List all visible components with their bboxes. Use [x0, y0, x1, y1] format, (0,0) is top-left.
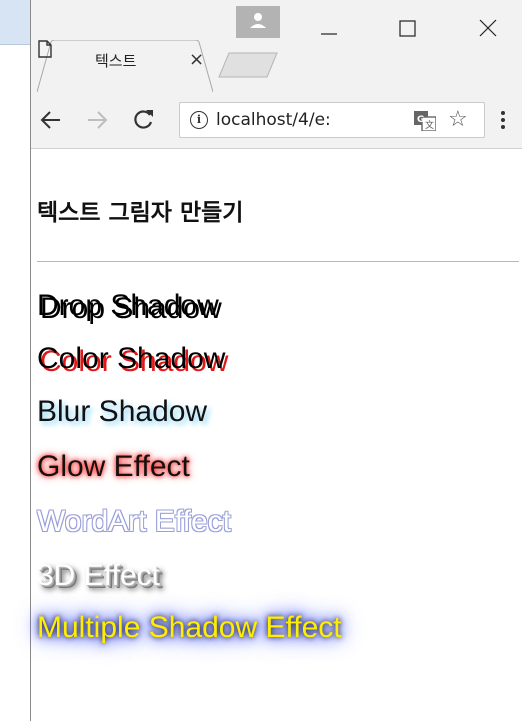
address-bar[interactable]: i localhost/4/e: G 文 ☆: [179, 102, 485, 138]
close-icon[interactable]: [467, 14, 507, 44]
tab-title: 텍스트: [95, 52, 137, 70]
color-shadow-text: Color Shadow: [37, 342, 226, 375]
user-avatar-icon[interactable]: [236, 6, 280, 38]
tab-active[interactable]: 텍스트 ×: [37, 40, 213, 92]
wordart-effect-text: WordArt Effect: [37, 505, 231, 538]
glow-effect-text: Glow Effect: [37, 450, 190, 483]
blur-shadow-text: Blur Shadow: [37, 395, 208, 428]
svg-text:文: 文: [425, 119, 434, 131]
maximize-icon[interactable]: [387, 14, 427, 44]
translate-icon[interactable]: G 文: [414, 111, 436, 131]
tab-close-icon[interactable]: ×: [189, 49, 204, 70]
reload-icon[interactable]: [127, 104, 159, 136]
menu-dots-icon[interactable]: [497, 104, 509, 136]
minimize-icon[interactable]: [309, 14, 349, 44]
drop-shadow-text: Drop Shadow: [37, 289, 219, 322]
url-text[interactable]: localhost/4/e:: [216, 110, 406, 130]
new-tab-button[interactable]: [217, 52, 279, 78]
back-arrow-icon[interactable]: [35, 104, 67, 136]
svg-text:G: G: [417, 115, 424, 125]
info-icon[interactable]: i: [190, 111, 208, 129]
star-icon[interactable]: ☆: [448, 107, 468, 132]
3d-effect-text: 3D Effect: [37, 559, 160, 592]
browser-toolbar: i localhost/4/e: G 文 ☆: [31, 92, 522, 149]
multiple-shadow-effect-text: Multiple Shadow Effect: [37, 611, 342, 644]
page-content: 텍스트 그림자 만들기 Drop Shadow Color Shadow Blu…: [31, 149, 522, 721]
forward-arrow-icon[interactable]: [81, 104, 113, 136]
page-title: 텍스트 그림자 만들기: [37, 200, 244, 226]
horizontal-rule: [37, 261, 519, 262]
document-icon: [38, 40, 52, 58]
browser-window: 텍스트 × i localhost/4/e: G 文 ☆ 텍스트 그림자 만들기…: [30, 0, 522, 721]
